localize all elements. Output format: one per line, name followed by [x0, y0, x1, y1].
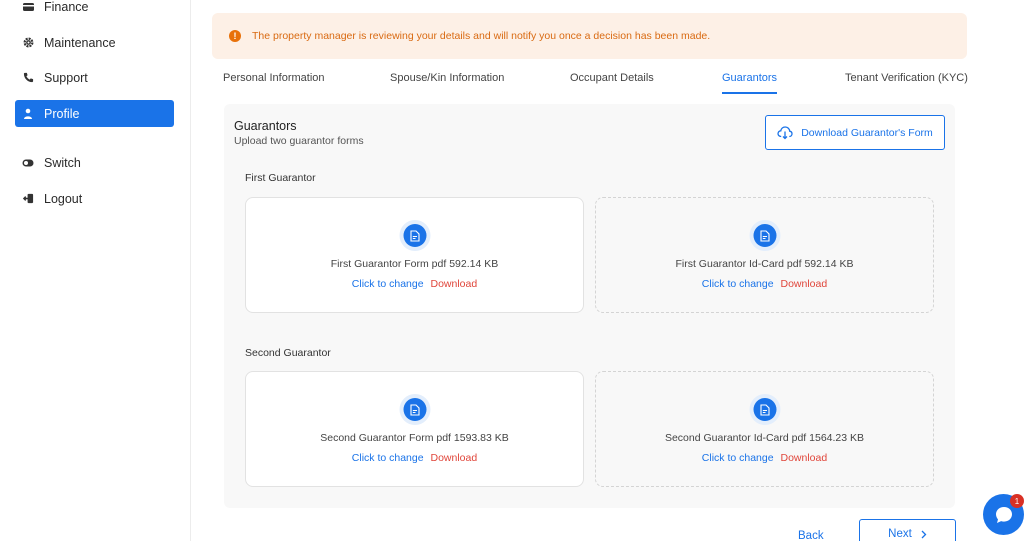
sidebar-item-finance[interactable]: Finance [15, 0, 174, 20]
page-subtitle: Upload two guarantor forms [234, 135, 364, 147]
second-guarantor-label: Second Guarantor [245, 347, 331, 359]
second-guarantor-form-card[interactable]: Second Guarantor Form pdf 1593.83 KB Cli… [245, 371, 584, 487]
download-link[interactable]: Download [781, 452, 828, 464]
sidebar-item-logout[interactable]: Logout [15, 185, 174, 212]
download-guarantor-form-label: Download Guarantor's Form [801, 126, 933, 139]
file-name: Second Guarantor Form pdf 1593.83 KB [320, 432, 509, 444]
sidebar-item-label: Profile [44, 106, 80, 121]
tab-guarantors[interactable]: Guarantors [722, 72, 778, 94]
sidebar-item-label: Logout [44, 191, 83, 206]
file-name: First Guarantor Id-Card pdf 592.14 KB [675, 258, 854, 270]
switch-icon [22, 157, 34, 169]
download-link[interactable]: Download [781, 278, 828, 290]
second-guarantor-id-card[interactable]: Second Guarantor Id-Card pdf 1564.23 KB … [595, 371, 934, 487]
tab-spouse-kin-information[interactable]: Spouse/Kin Information [390, 72, 504, 94]
sidebar-item-switch[interactable]: Switch [15, 149, 174, 176]
guarantors-panel: Guarantors Upload two guarantor forms Do… [224, 104, 955, 508]
chevron-right-icon [921, 530, 927, 539]
page-title: Guarantors [234, 119, 297, 133]
sidebar-item-label: Maintenance [44, 35, 116, 50]
download-link[interactable]: Download [431, 278, 478, 290]
click-to-change-link[interactable]: Click to change [352, 452, 424, 464]
next-button-label: Next [888, 528, 912, 540]
click-to-change-link[interactable]: Click to change [352, 278, 424, 290]
download-guarantor-form-button[interactable]: Download Guarantor's Form [765, 115, 945, 150]
document-icon [403, 224, 426, 247]
file-actions: Click to change Download [246, 452, 583, 464]
profile-tabs: Personal Information Spouse/Kin Informat… [0, 72, 1024, 96]
sidebar-item-label: Switch [44, 155, 81, 170]
document-icon [753, 224, 776, 247]
chat-notification-badge: 1 [1010, 494, 1024, 508]
first-guarantor-label: First Guarantor [245, 172, 316, 184]
cloud-download-icon [777, 125, 793, 140]
chat-bubble-icon [994, 505, 1014, 525]
wallet-icon [22, 1, 34, 13]
tab-personal-information[interactable]: Personal Information [223, 72, 325, 94]
sidebar-item-label: Finance [44, 0, 89, 14]
alert-message: The property manager is reviewing your d… [252, 30, 711, 42]
warning-icon: ! [229, 30, 241, 42]
back-button[interactable]: Back [798, 530, 824, 541]
file-actions: Click to change Download [246, 278, 583, 290]
gear-icon [22, 37, 34, 49]
sidebar-item-maintenance[interactable]: Maintenance [15, 29, 174, 56]
file-actions: Click to change Download [596, 278, 933, 290]
download-link[interactable]: Download [431, 452, 478, 464]
document-icon [753, 398, 776, 421]
click-to-change-link[interactable]: Click to change [702, 452, 774, 464]
sidebar-item-profile[interactable]: Profile [15, 100, 174, 127]
next-button[interactable]: Next [859, 519, 956, 541]
click-to-change-link[interactable]: Click to change [702, 278, 774, 290]
review-alert: ! The property manager is reviewing your… [212, 13, 967, 59]
file-name: First Guarantor Form pdf 592.14 KB [330, 258, 499, 270]
file-actions: Click to change Download [596, 452, 933, 464]
tab-occupant-details[interactable]: Occupant Details [570, 72, 654, 94]
file-name: Second Guarantor Id-Card pdf 1564.23 KB [664, 432, 865, 444]
document-icon [403, 398, 426, 421]
first-guarantor-form-card[interactable]: First Guarantor Form pdf 592.14 KB Click… [245, 197, 584, 313]
tab-tenant-verification[interactable]: Tenant Verification (KYC) [845, 72, 968, 94]
logout-icon [22, 193, 34, 205]
first-guarantor-id-card[interactable]: First Guarantor Id-Card pdf 592.14 KB Cl… [595, 197, 934, 313]
user-icon [22, 108, 34, 120]
